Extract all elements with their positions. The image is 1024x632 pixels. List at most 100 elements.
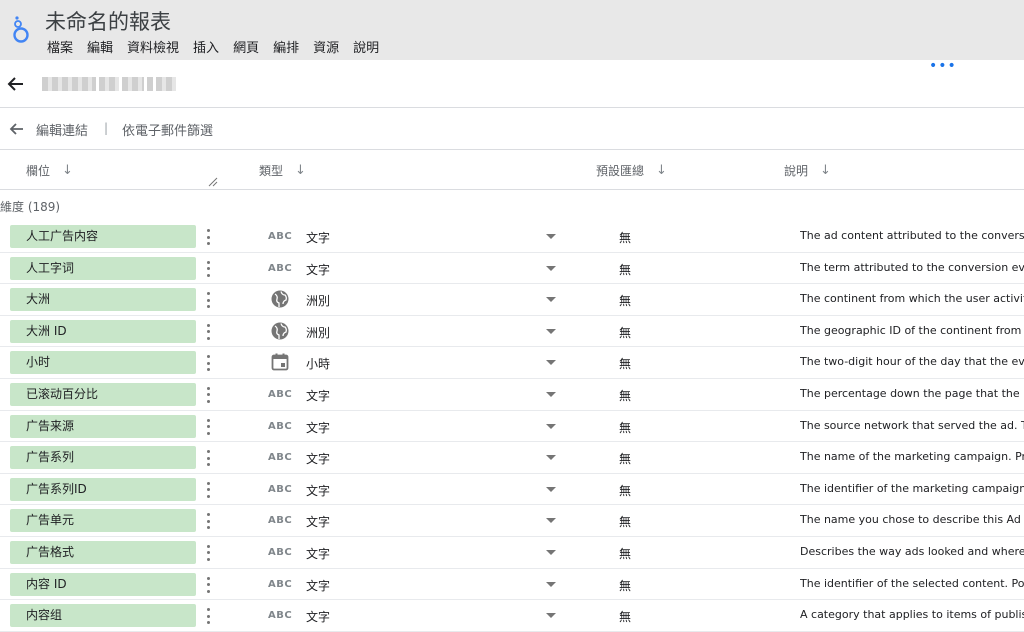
type-dropdown-icon[interactable] bbox=[546, 297, 556, 303]
sort-arrow-icon[interactable]: ↓ bbox=[295, 163, 306, 178]
field-name-chip[interactable]: 内容组 bbox=[10, 604, 196, 628]
type-dropdown-icon[interactable] bbox=[546, 613, 556, 619]
table-row[interactable]: 已滚动百分比 ABC 文字 無 The percentage down the page… bbox=[0, 379, 1024, 411]
default-aggregation[interactable]: 無 bbox=[619, 292, 631, 309]
back-arrow-icon[interactable] bbox=[6, 74, 26, 94]
menu-file[interactable]: 檔案 bbox=[47, 37, 73, 56]
more-vert-icon[interactable] bbox=[204, 418, 212, 436]
menu-edit[interactable]: 編輯 bbox=[87, 37, 113, 56]
field-type-label[interactable]: 洲別 bbox=[306, 324, 330, 341]
field-name-chip[interactable]: 小时 bbox=[10, 351, 196, 375]
field-name-chip[interactable]: 广告系列ID bbox=[10, 477, 196, 501]
header-default-agg[interactable]: 預設匯總 ↓ bbox=[596, 162, 667, 179]
type-dropdown-icon[interactable] bbox=[546, 518, 556, 524]
field-type-label[interactable]: 洲別 bbox=[306, 292, 330, 309]
table-row[interactable]: 广告系列 ABC 文字 無 The name of the marketing camp… bbox=[0, 442, 1024, 474]
resize-handle-icon[interactable] bbox=[208, 177, 218, 187]
report-title[interactable]: 未命名的報表 bbox=[45, 6, 171, 36]
type-dropdown-icon[interactable] bbox=[546, 391, 556, 397]
default-aggregation[interactable]: 無 bbox=[619, 387, 631, 404]
more-vert-icon[interactable] bbox=[204, 260, 212, 278]
more-vert-icon[interactable] bbox=[204, 449, 212, 467]
field-description[interactable]: The identifier of the marketing campaign… bbox=[800, 482, 1024, 495]
more-vert-icon[interactable] bbox=[204, 607, 212, 625]
filter-by-email-link[interactable]: 依電子郵件篩選 bbox=[122, 120, 213, 139]
menu-insert[interactable]: 插入 bbox=[193, 37, 219, 56]
type-dropdown-icon[interactable] bbox=[546, 234, 556, 239]
default-aggregation[interactable]: 無 bbox=[619, 545, 631, 562]
field-name-chip[interactable]: 大洲 bbox=[10, 288, 196, 312]
field-description[interactable]: The geographic ID of the continent from … bbox=[800, 324, 1024, 337]
type-dropdown-icon[interactable] bbox=[546, 455, 556, 461]
field-type-label[interactable]: 文字 bbox=[306, 229, 330, 246]
field-name-chip[interactable]: 大洲 ID bbox=[10, 319, 196, 343]
default-aggregation[interactable]: 無 bbox=[619, 324, 631, 341]
field-description[interactable]: The name of the marketing campaign. Pres bbox=[800, 450, 1024, 463]
more-vert-icon[interactable] bbox=[204, 354, 212, 372]
field-description[interactable]: The identifier of the selected content. … bbox=[800, 577, 1024, 590]
field-description[interactable]: The continent from which the user activi… bbox=[800, 292, 1024, 305]
table-row[interactable]: 内容组 ABC 文字 無 A category that applies to item… bbox=[0, 600, 1024, 632]
field-type-label[interactable]: 文字 bbox=[306, 513, 330, 530]
type-dropdown-icon[interactable] bbox=[546, 265, 556, 271]
field-type-label[interactable]: 文字 bbox=[306, 545, 330, 562]
back-arrow-icon[interactable] bbox=[8, 120, 26, 138]
field-type-label[interactable]: 文字 bbox=[306, 608, 330, 625]
menu-arrange[interactable]: 編排 bbox=[273, 37, 299, 56]
more-vert-icon[interactable] bbox=[204, 291, 212, 309]
more-vert-icon[interactable] bbox=[204, 512, 212, 530]
field-name-chip[interactable]: 广告来源 bbox=[10, 414, 196, 438]
field-name-chip[interactable]: 人工字词 bbox=[10, 256, 196, 280]
menu-help[interactable]: 說明 bbox=[353, 37, 379, 56]
default-aggregation[interactable]: 無 bbox=[619, 608, 631, 625]
field-description[interactable]: The name you chose to describe this Ad u… bbox=[800, 513, 1024, 526]
field-description[interactable]: The two-digit hour of the day that the e… bbox=[800, 355, 1024, 368]
more-vert-icon[interactable] bbox=[204, 323, 212, 341]
field-type-label[interactable]: 小時 bbox=[306, 355, 330, 372]
more-vert-icon[interactable] bbox=[204, 386, 212, 404]
default-aggregation[interactable]: 無 bbox=[619, 482, 631, 499]
field-name-chip[interactable]: 广告系列 bbox=[10, 446, 196, 470]
default-aggregation[interactable]: 無 bbox=[619, 450, 631, 467]
sort-arrow-icon[interactable]: ↓ bbox=[656, 163, 667, 178]
table-row[interactable]: 广告格式 ABC 文字 無 Describes the way ads looked a… bbox=[0, 537, 1024, 569]
more-vert-icon[interactable] bbox=[204, 544, 212, 562]
header-type[interactable]: 類型 ↓ bbox=[259, 162, 306, 179]
field-description[interactable]: The term attributed to the conversion ev… bbox=[800, 261, 1024, 274]
field-description[interactable]: The source network that served the ad. T… bbox=[800, 419, 1024, 432]
field-type-label[interactable]: 文字 bbox=[306, 419, 330, 436]
menu-data-view[interactable]: 資料檢視 bbox=[127, 37, 179, 56]
field-type-label[interactable]: 文字 bbox=[306, 482, 330, 499]
table-row[interactable]: 广告单元 ABC 文字 無 The name you chose to describe… bbox=[0, 505, 1024, 537]
field-description[interactable]: A category that applies to items of publ… bbox=[800, 608, 1024, 621]
table-row[interactable]: 大洲 洲別 無 The continent from which the user a… bbox=[0, 284, 1024, 316]
header-field[interactable]: 欄位 ↓ bbox=[26, 162, 73, 179]
default-aggregation[interactable]: 無 bbox=[619, 261, 631, 278]
field-type-label[interactable]: 文字 bbox=[306, 387, 330, 404]
looker-studio-logo-icon[interactable] bbox=[10, 14, 32, 44]
default-aggregation[interactable]: 無 bbox=[619, 419, 631, 436]
sort-arrow-icon[interactable]: ↓ bbox=[62, 163, 73, 178]
default-aggregation[interactable]: 無 bbox=[619, 229, 631, 246]
field-description[interactable]: Describes the way ads looked and where t… bbox=[800, 545, 1024, 558]
table-row[interactable]: 内容 ID ABC 文字 無 The identifier of the selecte… bbox=[0, 569, 1024, 601]
table-row[interactable]: 广告来源 ABC 文字 無 The source network that served… bbox=[0, 411, 1024, 443]
type-dropdown-icon[interactable] bbox=[546, 581, 556, 587]
field-type-label[interactable]: 文字 bbox=[306, 450, 330, 467]
more-vert-icon[interactable] bbox=[204, 481, 212, 499]
field-type-label[interactable]: 文字 bbox=[306, 261, 330, 278]
table-row[interactable]: 人工广告内容 ABC 文字 無 The ad content attributed to… bbox=[0, 221, 1024, 253]
field-name-chip[interactable]: 人工广告内容 bbox=[10, 225, 196, 248]
field-description[interactable]: The ad content attributed to the convers… bbox=[800, 229, 1024, 242]
field-description[interactable]: The percentage down the page that the us… bbox=[800, 387, 1024, 400]
field-name-chip[interactable]: 已滚动百分比 bbox=[10, 382, 196, 406]
type-dropdown-icon[interactable] bbox=[546, 423, 556, 429]
edit-connection-link[interactable]: 編輯連結 bbox=[36, 120, 88, 139]
sort-arrow-icon[interactable]: ↓ bbox=[820, 163, 831, 178]
type-dropdown-icon[interactable] bbox=[546, 486, 556, 492]
more-options-icon[interactable]: ••• bbox=[929, 59, 957, 73]
type-dropdown-icon[interactable] bbox=[546, 360, 556, 366]
field-name-chip[interactable]: 广告格式 bbox=[10, 540, 196, 564]
menu-resource[interactable]: 資源 bbox=[313, 37, 339, 56]
field-type-label[interactable]: 文字 bbox=[306, 577, 330, 594]
